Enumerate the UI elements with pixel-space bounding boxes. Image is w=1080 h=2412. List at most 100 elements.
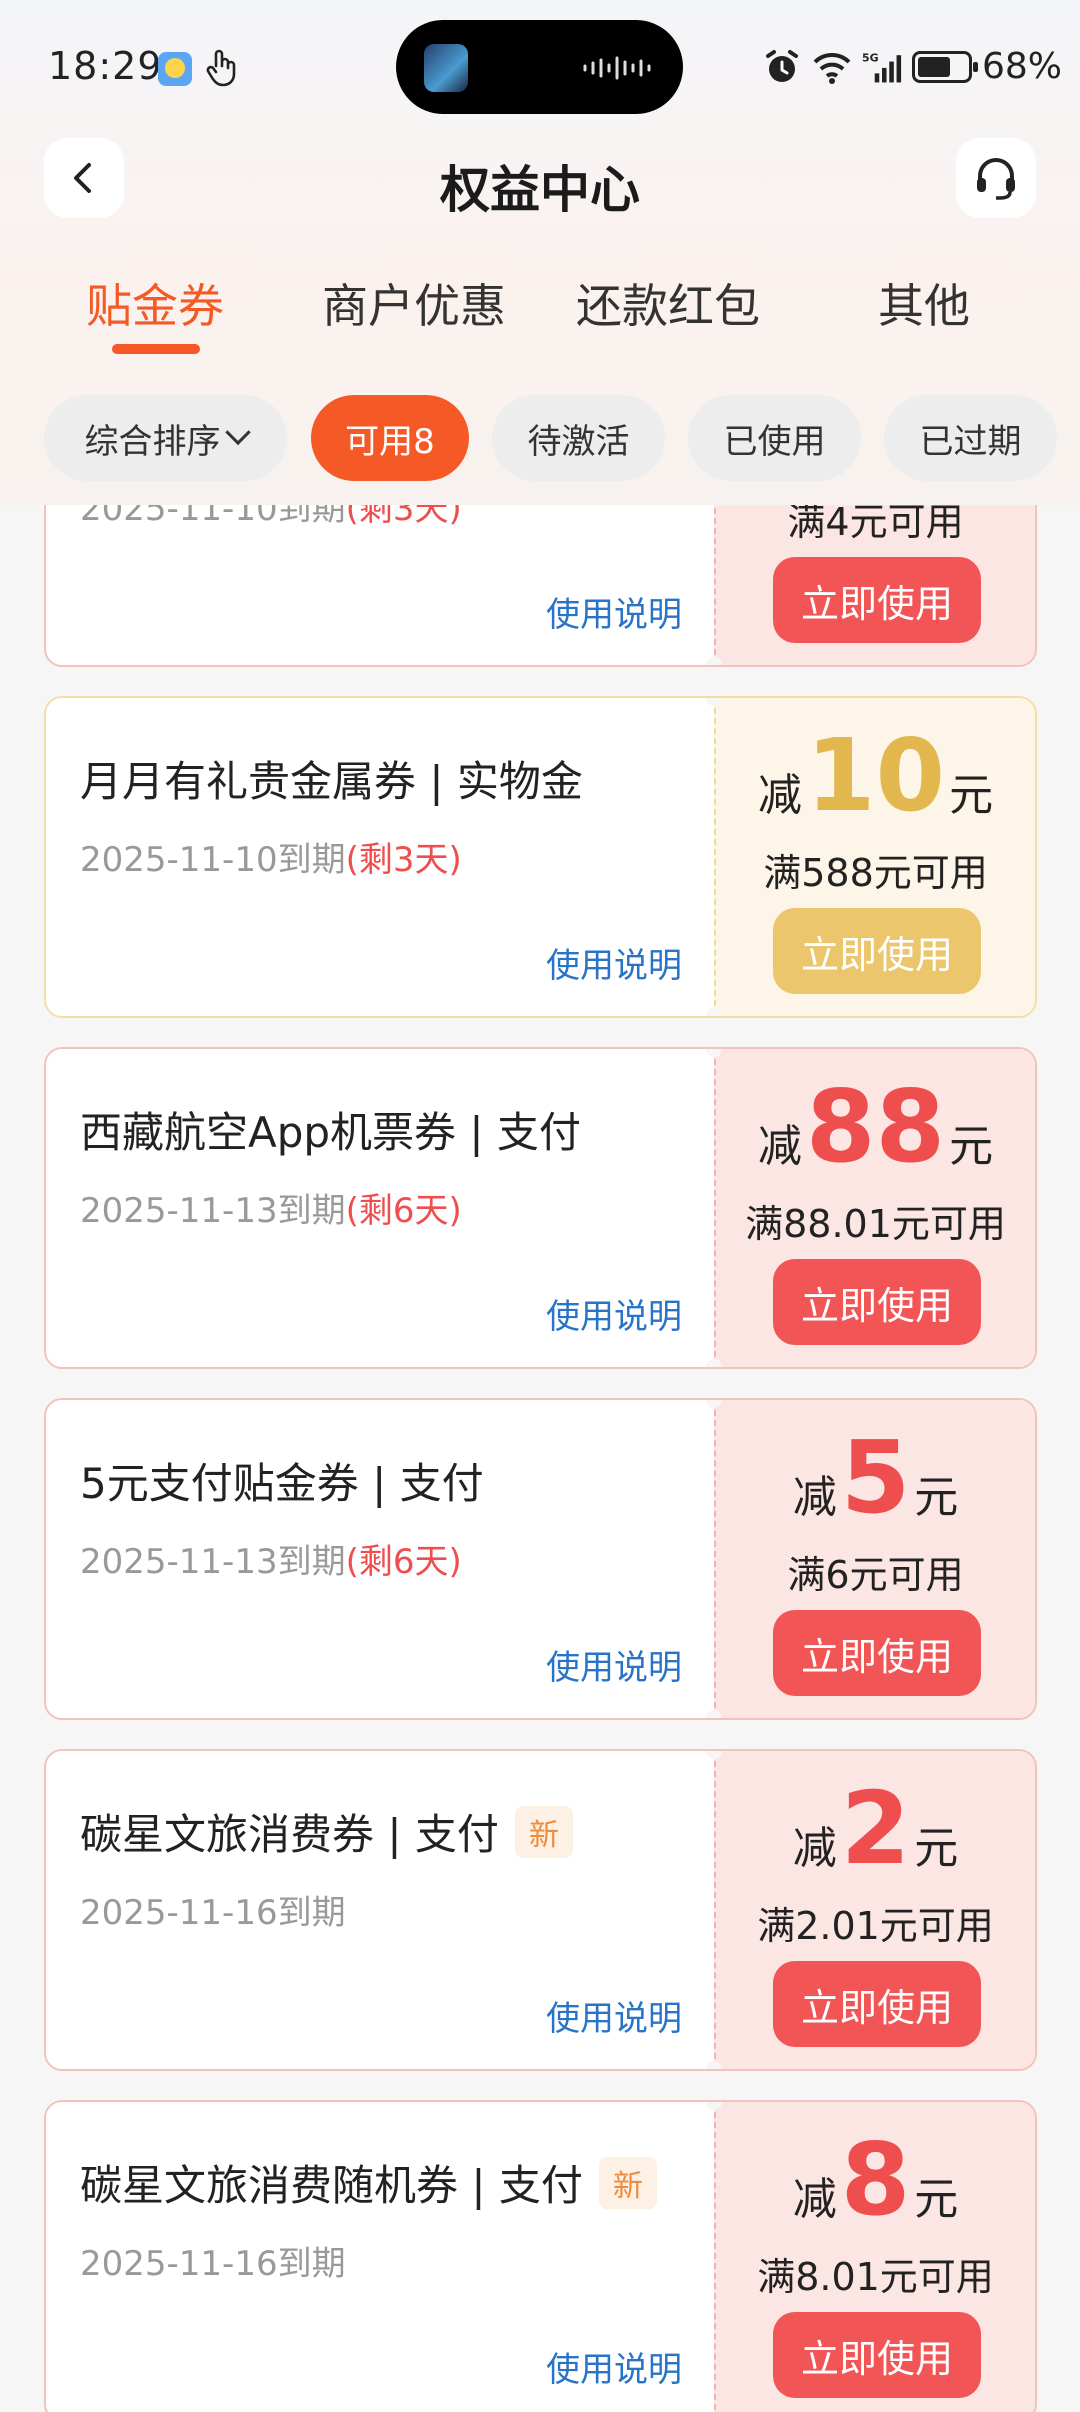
coupon-name: 5元支付贴金券 | 支付 xyxy=(80,1459,484,1508)
ticket-notch xyxy=(706,1710,722,1718)
amount-value: 10 xyxy=(805,717,946,834)
amount-unit: 元 xyxy=(914,2174,959,2225)
amount-prefix: 减 xyxy=(757,1121,802,1172)
use-now-button[interactable]: 立即使用 xyxy=(773,908,981,994)
coupon-card: 西藏航空App机票券 | 支付 2025-11-13到期(剩6天) 使用说明 减… xyxy=(44,1047,1037,1369)
coupon-amount: 减 5 元 xyxy=(716,1428,1035,1528)
filter-expired[interactable]: 已过期 xyxy=(884,395,1057,481)
ticket-notch xyxy=(706,1359,722,1367)
use-now-button[interactable]: 立即使用 xyxy=(773,1961,981,2047)
coupon-card: 月月有礼贵金属券 | 实物金 2025-11-10到期(剩3天) 使用说明 减 … xyxy=(44,696,1037,1018)
coupon-card: 碳星文旅消费随机券 | 支付 新 2025-11-16到期 使用说明 减 8 元… xyxy=(44,2100,1037,2412)
battery-icon xyxy=(911,50,978,83)
coupon-card: 月月有礼哔哩哔哩券 | 支付 2025-11-10到期(剩3天) 使用说明 减 … xyxy=(44,505,1037,667)
active-tab-indicator xyxy=(112,344,200,354)
amount-unit: 元 xyxy=(914,1823,959,1874)
usage-instructions-link[interactable]: 使用说明 xyxy=(546,1991,682,2040)
tab-repayment-redpacket[interactable]: 还款红包 xyxy=(576,270,760,336)
coupon-expiry: 2025-11-13到期(剩6天) xyxy=(80,1534,462,1583)
coupon-value-panel: 减 10 元 满588元可用 立即使用 xyxy=(714,698,1035,1016)
amount-prefix: 减 xyxy=(757,770,802,821)
expiry-date: 2025-11-13到期 xyxy=(80,1542,346,1582)
coupon-list-viewport[interactable]: 月月有礼哔哩哔哩券 | 支付 2025-11-10到期(剩3天) 使用说明 减 … xyxy=(0,505,1080,2412)
status-icons: 5G 68% xyxy=(762,46,1062,87)
dynamic-island[interactable] xyxy=(396,20,683,114)
amount-prefix: 减 xyxy=(792,1823,837,1874)
tab-merchant-offers[interactable]: 商户优惠 xyxy=(322,270,506,336)
weather-icon xyxy=(158,52,192,86)
expiry-date: 2025-11-13到期 xyxy=(80,1191,346,1231)
coupon-value-panel: 减 2 元 满4元可用 立即使用 xyxy=(714,505,1035,665)
days-remaining: (剩6天) xyxy=(345,1191,462,1231)
usage-instructions-link[interactable]: 使用说明 xyxy=(546,2342,682,2391)
sort-label: 综合排序 xyxy=(84,421,221,462)
amount-unit: 元 xyxy=(949,1121,994,1172)
touch-hand-icon xyxy=(206,49,236,87)
coupon-card: 5元支付贴金券 | 支付 2025-11-13到期(剩6天) 使用说明 减 5 … xyxy=(44,1398,1037,1720)
coupon-info: 月月有礼哔哩哔哩券 | 支付 2025-11-10到期(剩3天) 使用说明 xyxy=(46,505,714,665)
coupon-amount: 减 10 元 xyxy=(716,726,1035,826)
filter-used[interactable]: 已使用 xyxy=(688,395,861,481)
coupon-value-panel: 减 88 元 满88.01元可用 立即使用 xyxy=(714,1049,1035,1367)
usage-instructions-link[interactable]: 使用说明 xyxy=(546,1289,682,1338)
coupon-info: 碳星文旅消费券 | 支付 新 2025-11-16到期 使用说明 xyxy=(46,1751,714,2069)
amount-unit: 元 xyxy=(914,1472,959,1523)
expiry-date: 2025-11-10到期 xyxy=(80,840,346,880)
expiry-date: 2025-11-10到期 xyxy=(80,505,346,529)
expiry-date: 2025-11-16到期 xyxy=(80,1893,346,1933)
coupon-info: 碳星文旅消费随机券 | 支付 新 2025-11-16到期 使用说明 xyxy=(46,2102,714,2412)
use-now-button[interactable]: 立即使用 xyxy=(773,557,981,643)
usage-instructions-link[interactable]: 使用说明 xyxy=(546,938,682,987)
wifi-icon xyxy=(813,52,851,84)
coupon-value-panel: 减 2 元 满2.01元可用 立即使用 xyxy=(714,1751,1035,2069)
music-album-icon xyxy=(424,44,468,92)
tab-other[interactable]: 其他 xyxy=(878,270,970,336)
coupon-expiry: 2025-11-10到期(剩3天) xyxy=(80,832,462,881)
days-remaining: (剩6天) xyxy=(345,1542,462,1582)
usage-instructions-link[interactable]: 使用说明 xyxy=(546,587,682,636)
cellular-signal-icon: 5G xyxy=(862,51,902,82)
coupon-value-panel: 减 5 元 满6元可用 立即使用 xyxy=(714,1400,1035,1718)
ticket-notch xyxy=(706,2061,722,2069)
coupon-amount: 减 8 元 xyxy=(716,2130,1035,2230)
amount-value: 5 xyxy=(840,1419,911,1536)
status-time: 18:29 xyxy=(48,44,163,88)
coupon-info: 月月有礼贵金属券 | 实物金 2025-11-10到期(剩3天) 使用说明 xyxy=(46,698,714,1016)
coupon-condition: 满4元可用 xyxy=(787,505,964,544)
amount-value: 8 xyxy=(840,2121,911,2238)
coupon-condition: 满8.01元可用 xyxy=(757,2255,994,2299)
alarm-icon xyxy=(765,49,798,82)
usage-instructions-link[interactable]: 使用说明 xyxy=(546,1640,682,1689)
status-bar: 18:29 5G 68% xyxy=(0,0,1080,130)
amount-prefix: 减 xyxy=(792,2174,837,2225)
coupon-expiry: 2025-11-13到期(剩6天) xyxy=(80,1183,462,1232)
coupon-condition: 满588元可用 xyxy=(763,851,988,895)
coupon-name: 碳星文旅消费券 | 支付 xyxy=(80,1810,499,1859)
new-badge: 新 xyxy=(514,1805,573,1858)
coupon-expiry: 2025-11-10到期(剩3天) xyxy=(80,505,462,530)
amount-value: 88 xyxy=(805,1068,946,1185)
ticket-notch xyxy=(706,657,722,665)
use-now-button[interactable]: 立即使用 xyxy=(773,2312,981,2398)
filter-pending-activation[interactable]: 待激活 xyxy=(492,395,665,481)
tab-gold-coupon[interactable]: 贴金券 xyxy=(86,270,224,336)
customer-service-button[interactable] xyxy=(956,138,1036,218)
coupon-name: 西藏航空App机票券 | 支付 xyxy=(80,1108,581,1157)
audio-wave-icon xyxy=(583,56,651,80)
coupon-expiry: 2025-11-16到期 xyxy=(80,2236,346,2285)
coupon-condition: 满88.01元可用 xyxy=(745,1202,1006,1246)
battery-percent: 68% xyxy=(981,46,1062,87)
amount-prefix: 减 xyxy=(792,1472,837,1523)
filter-chips: 综合排序 可用8 待激活 已使用 已过期 xyxy=(0,392,1080,482)
coupon-name: 碳星文旅消费随机券 | 支付 xyxy=(80,2161,583,2210)
coupon-card: 碳星文旅消费券 | 支付 新 2025-11-16到期 使用说明 减 2 元 满… xyxy=(44,1749,1037,2071)
new-badge: 新 xyxy=(598,2156,657,2209)
sort-dropdown[interactable]: 综合排序 xyxy=(44,395,287,481)
coupon-list: 月月有礼哔哩哔哩券 | 支付 2025-11-10到期(剩3天) 使用说明 减 … xyxy=(0,505,1080,2412)
filter-available[interactable]: 可用8 xyxy=(311,395,469,481)
use-now-button[interactable]: 立即使用 xyxy=(773,1610,981,1696)
amount-value: 2 xyxy=(840,1770,911,1887)
use-now-button[interactable]: 立即使用 xyxy=(773,1259,981,1345)
days-remaining: (剩3天) xyxy=(345,840,462,880)
coupon-name: 月月有礼贵金属券 | 实物金 xyxy=(80,757,583,806)
